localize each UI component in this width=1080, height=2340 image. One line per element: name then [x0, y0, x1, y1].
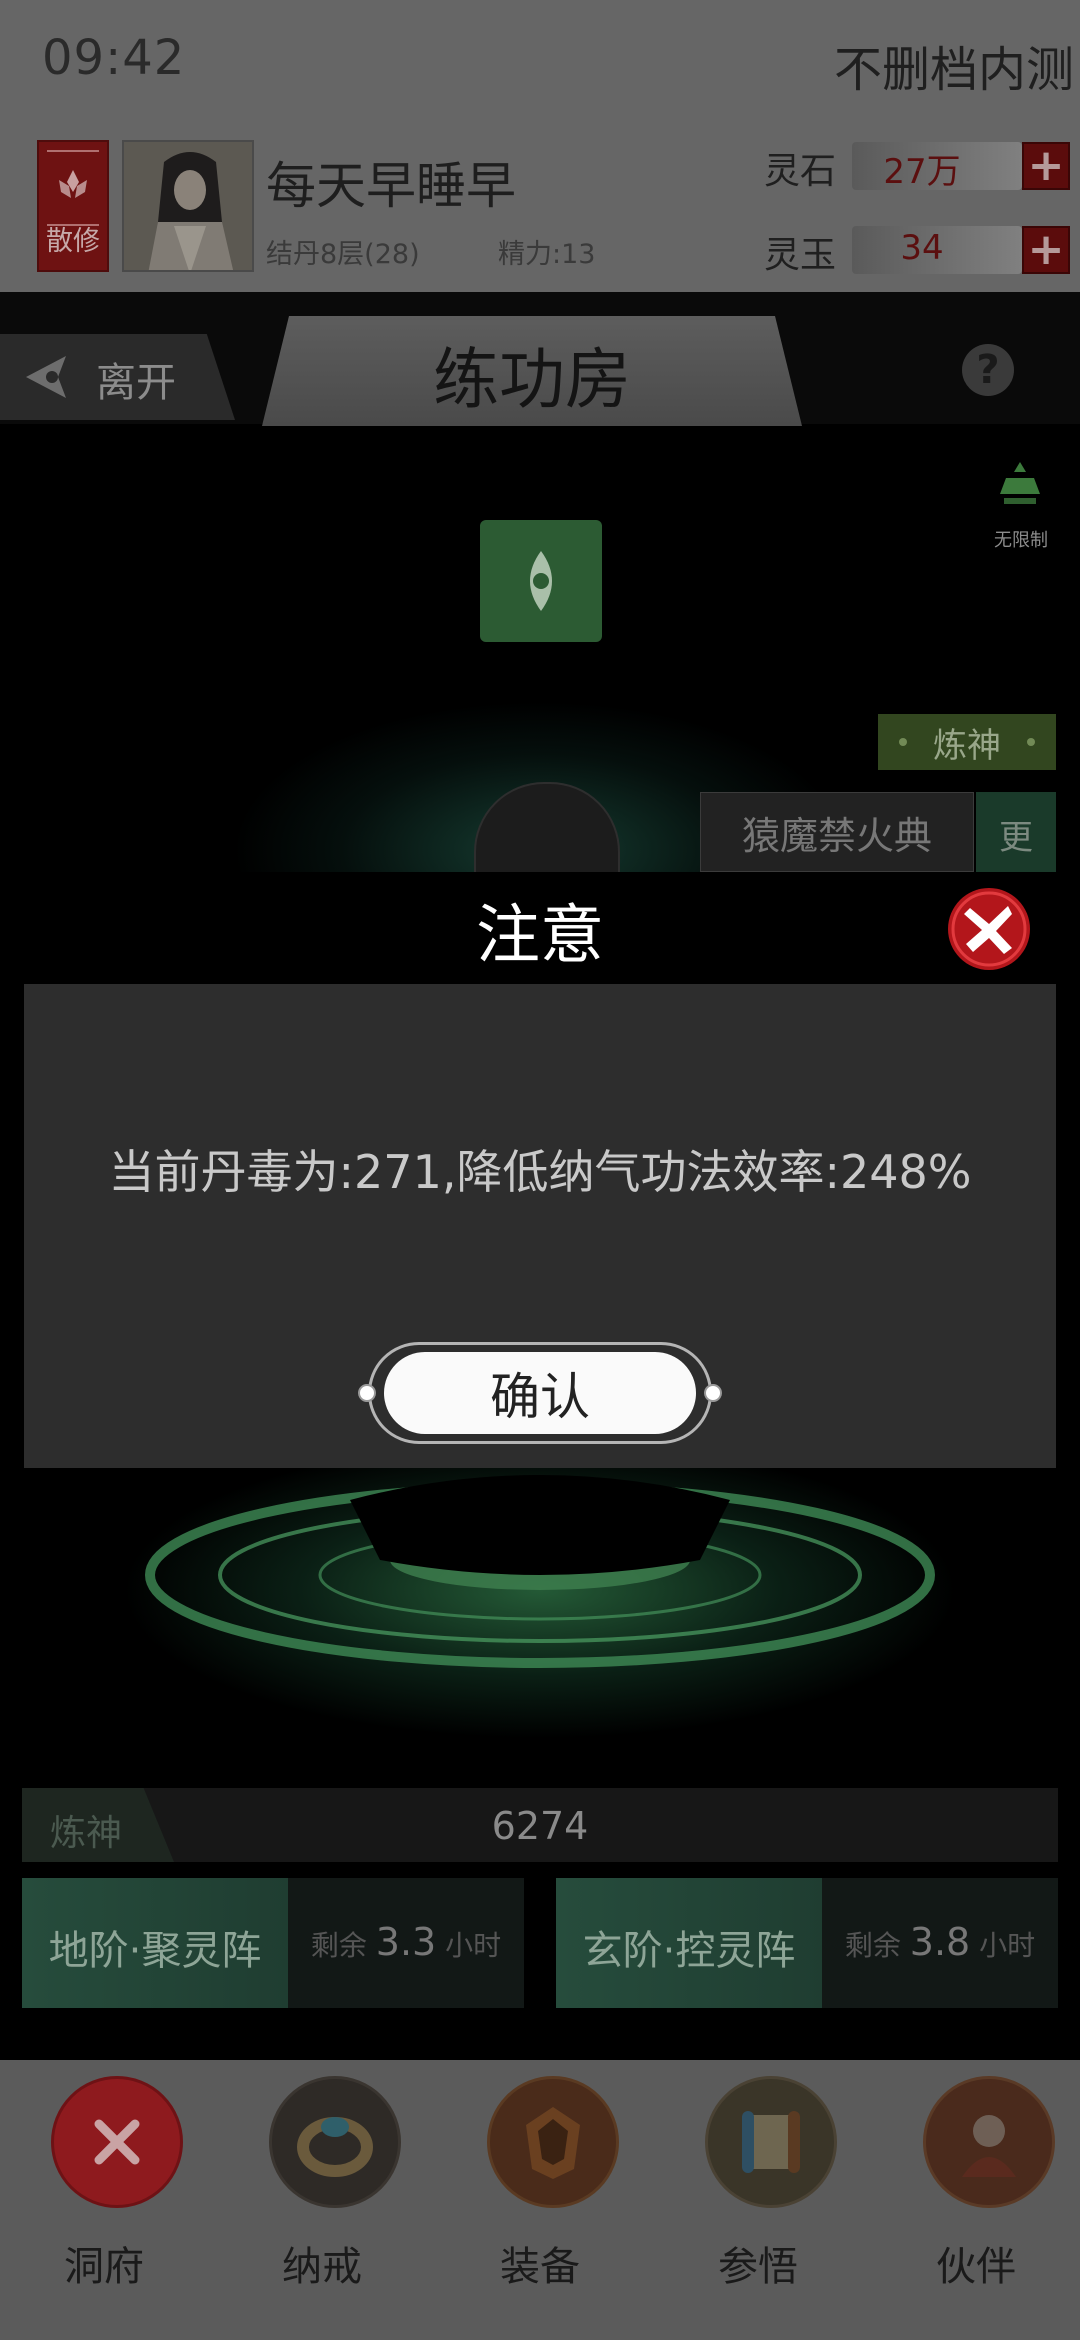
cultivation-type-label: 炼神 — [933, 725, 1001, 766]
server-name: 不删档内测 — [833, 42, 1074, 98]
nav-canwu[interactable]: 参悟 — [668, 2070, 848, 2310]
sect-badge[interactable]: 散修 — [37, 140, 109, 272]
close-icon[interactable] — [946, 886, 1032, 972]
eye-marker-icon — [530, 551, 552, 611]
lotus-icon — [59, 170, 87, 198]
confirm-button[interactable]: 确认 — [384, 1352, 696, 1434]
remain-value: 3.8 — [909, 1920, 971, 1964]
remain-prefix: 剩余 — [310, 1929, 367, 1962]
close-icon[interactable] — [51, 2076, 183, 2208]
x-mark — [94, 2119, 140, 2165]
more-tab[interactable]: 更 — [976, 792, 1056, 872]
leave-label[interactable]: 离开 — [96, 350, 176, 408]
scroll-icon[interactable] — [705, 2076, 837, 2208]
nav-huoban[interactable]: 伙伴 — [886, 2070, 1066, 2310]
add-lingyu-button[interactable]: + — [1022, 226, 1070, 274]
tag-dot — [1027, 738, 1035, 746]
lingyu-value: 34 — [900, 228, 944, 268]
dialog-message: 当前丹毒为:271,降低纳气功法效率:248% — [108, 1145, 972, 1199]
cultivation-platform — [145, 1475, 935, 1668]
back-arrow-icon[interactable] — [22, 352, 72, 402]
location-button[interactable] — [480, 520, 602, 642]
button-ornament — [358, 1384, 376, 1402]
lingyu-label: 灵玉 — [764, 235, 837, 276]
armor-icon[interactable] — [487, 2076, 619, 2208]
no-limit-label: 无限制 — [994, 530, 1048, 551]
sect-label: 散修 — [46, 226, 100, 257]
nav-label: 纳戒 — [282, 2244, 362, 2290]
dialog-title: 注意 — [476, 899, 604, 973]
lingshi-value: 27万 — [883, 152, 961, 192]
remain-prefix: 剩余 — [844, 1929, 901, 1962]
remain-value: 3.3 — [375, 1920, 437, 1964]
nav-najie[interactable]: 纳戒 — [232, 2070, 412, 2310]
add-lingshi-button[interactable]: + — [1022, 142, 1070, 190]
nav-label: 伙伴 — [936, 2244, 1016, 2290]
nav-label: 洞府 — [64, 2244, 144, 2290]
player-realm: 结丹8层(28) — [266, 239, 420, 270]
player-avatar[interactable] — [122, 140, 254, 272]
array-name: 地阶·聚灵阵 — [48, 1928, 262, 1974]
character-portrait — [124, 142, 252, 270]
clock: 09:42 — [42, 30, 186, 86]
companion-icon[interactable] — [923, 2076, 1055, 2208]
plus-icon: + — [1027, 140, 1065, 191]
button-ornament — [704, 1384, 722, 1402]
stat-value: 6274 — [491, 1804, 589, 1848]
remain-unit: 小时 — [445, 1929, 502, 1962]
player-name: 每天早睡早 — [266, 157, 516, 215]
scroll-graphic — [742, 2111, 800, 2173]
page-title: 练功房 — [433, 341, 631, 418]
nav-label: 装备 — [500, 2244, 580, 2290]
technique-selector[interactable]: 猿魔禁火典 — [700, 792, 974, 872]
array-name: 玄阶·控灵阵 — [582, 1928, 796, 1974]
remain-unit: 小时 — [979, 1929, 1036, 1962]
nav-zhuangbei[interactable]: 装备 — [450, 2070, 630, 2310]
badge-divider — [47, 150, 99, 152]
array-remaining: 剩余 3.3 小时 — [288, 1920, 524, 1964]
lingshi-label: 灵石 — [764, 151, 837, 192]
ring-graphic — [297, 2117, 373, 2177]
tag-dot — [899, 738, 907, 746]
helmet-graphic — [526, 2107, 580, 2179]
ring-icon[interactable] — [269, 2076, 401, 2208]
nav-label: 参悟 — [718, 2244, 798, 2290]
array-remaining: 剩余 3.8 小时 — [822, 1920, 1058, 1964]
hourglass-icon[interactable] — [1000, 462, 1040, 506]
nav-dongfu[interactable]: 洞府 — [14, 2070, 194, 2310]
companion-graphic — [962, 2115, 1016, 2177]
question-icon[interactable]: ? — [962, 344, 1014, 396]
player-energy: 精力:13 — [498, 239, 596, 270]
plus-icon: + — [1027, 224, 1065, 275]
cultivation-type-tag[interactable]: 炼神 — [878, 714, 1056, 770]
